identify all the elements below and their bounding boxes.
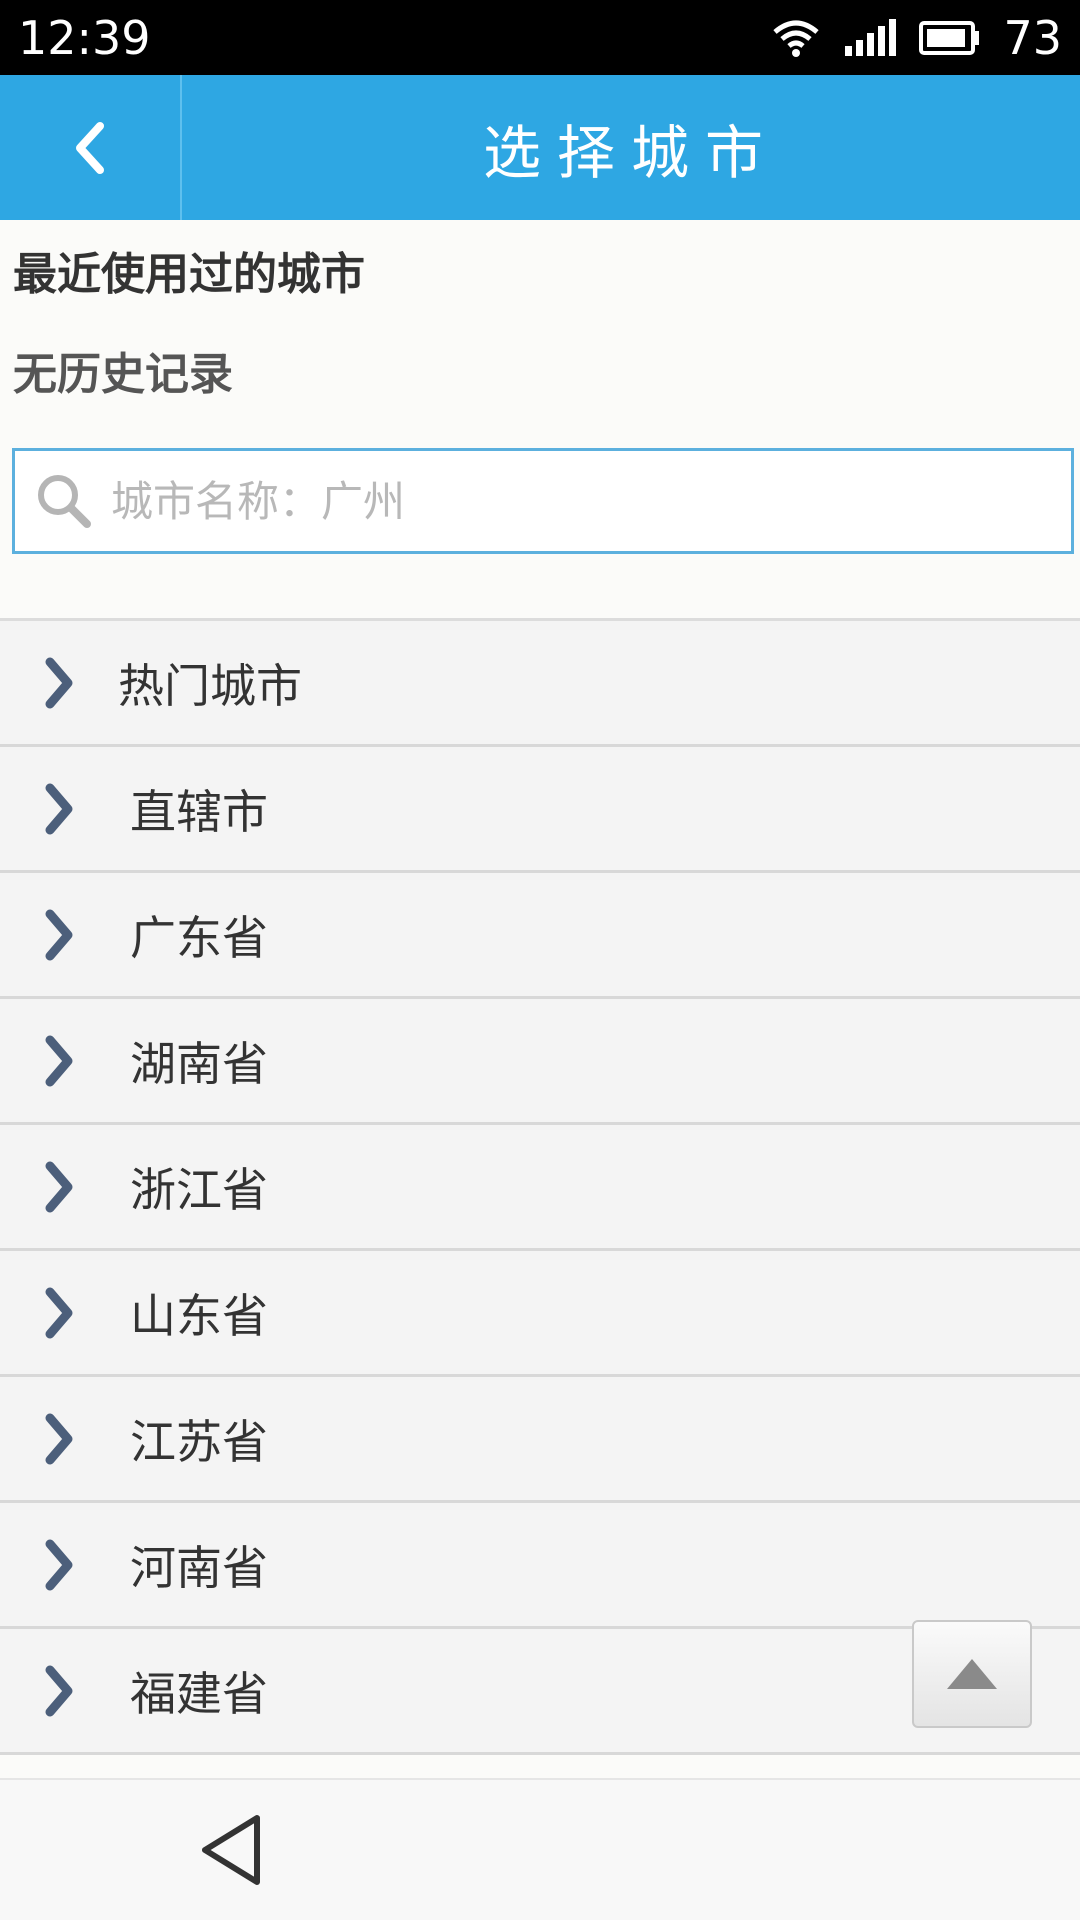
system-nav-bar <box>0 1778 1080 1920</box>
region-list-item[interactable]: 湖南省 <box>0 999 1080 1125</box>
region-label: 湖南省 <box>130 1036 268 1091</box>
battery-icon <box>919 21 980 55</box>
region-label: 江苏省 <box>130 1414 268 1469</box>
region-list-item[interactable]: 浙江省 <box>0 1125 1080 1251</box>
chevron-right-icon <box>45 909 73 960</box>
chevron-right-icon <box>45 1161 73 1212</box>
chevron-right-icon <box>45 783 73 834</box>
region-label: 浙江省 <box>130 1162 268 1217</box>
region-list-item[interactable]: 热门城市 <box>0 621 1080 747</box>
no-history-text: 无历史记录 <box>13 349 233 400</box>
wifi-icon <box>773 20 820 57</box>
chevron-right-icon <box>45 1413 73 1464</box>
chevron-right-icon <box>45 1539 73 1590</box>
triangle-back-icon[interactable] <box>195 1810 275 1890</box>
app-header: 选择城市 <box>0 75 1080 220</box>
status-icons: 73 <box>771 8 1062 68</box>
page-title: 选择城市 <box>482 118 779 187</box>
region-label: 热门城市 <box>118 658 302 713</box>
status-bar: 12:39 73 <box>0 0 1080 75</box>
region-label: 直辖市 <box>130 784 268 839</box>
city-search-input[interactable] <box>111 476 1011 526</box>
back-button[interactable] <box>0 75 182 220</box>
region-list-item[interactable]: 直辖市 <box>0 747 1080 873</box>
region-label: 河南省 <box>130 1540 268 1595</box>
chevron-right-icon <box>45 1035 73 1086</box>
region-list: 热门城市直辖市广东省湖南省浙江省山东省江苏省河南省福建省 <box>0 618 1080 1755</box>
battery-level: 73 <box>1003 11 1062 65</box>
city-search-box <box>12 448 1074 554</box>
chevron-right-icon <box>45 1665 73 1716</box>
signal-icon <box>845 19 897 56</box>
region-label: 广东省 <box>130 910 268 965</box>
triangle-up-icon <box>947 1659 997 1689</box>
chevron-right-icon <box>45 1287 73 1338</box>
region-list-item[interactable]: 广东省 <box>0 873 1080 999</box>
status-time: 12:39 <box>18 11 151 65</box>
scroll-to-top-button[interactable] <box>912 1620 1032 1728</box>
chevron-left-icon <box>76 121 104 174</box>
region-list-item[interactable]: 河南省 <box>0 1503 1080 1629</box>
region-list-item[interactable]: 江苏省 <box>0 1377 1080 1503</box>
search-icon <box>38 475 91 528</box>
chevron-right-icon <box>45 657 73 708</box>
region-label: 福建省 <box>130 1666 268 1721</box>
region-label: 山东省 <box>130 1288 268 1343</box>
region-list-item[interactable]: 山东省 <box>0 1251 1080 1377</box>
recent-cities-title: 最近使用过的城市 <box>13 249 365 300</box>
